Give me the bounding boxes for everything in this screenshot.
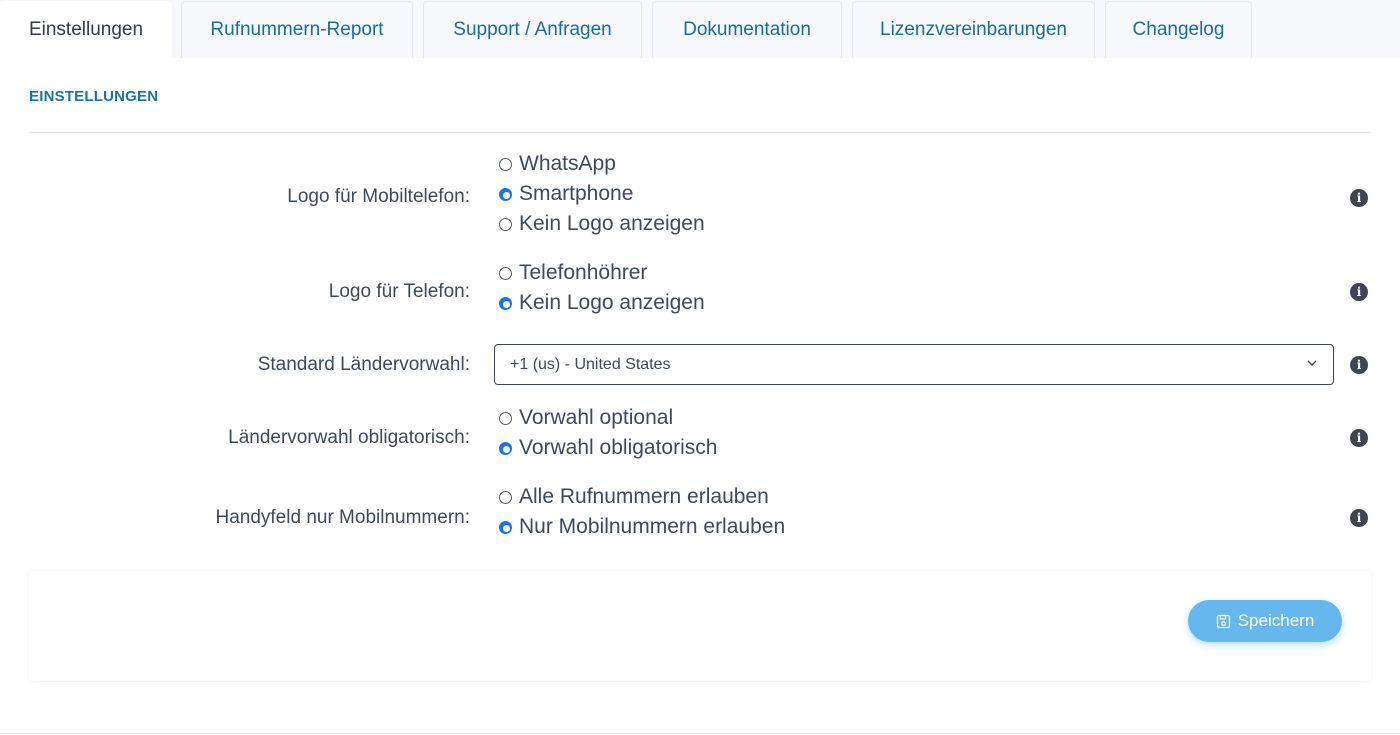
info-icon[interactable]: i	[1350, 283, 1368, 301]
radio-button[interactable]	[499, 157, 512, 171]
tab-einstellungen[interactable]: Einstellungen	[0, 1, 172, 58]
country-code-select[interactable]: +1 (us) - United States	[494, 344, 1334, 385]
radio-button[interactable]	[499, 187, 512, 201]
section-divider	[29, 132, 1371, 133]
tab-dokumentation[interactable]: Dokumentation	[652, 1, 842, 58]
radio-option-smartphone[interactable]: Smartphone	[499, 179, 633, 209]
radio-option-no-logo-mobile[interactable]: Kein Logo anzeigen	[499, 209, 705, 239]
info-icon[interactable]: i	[1350, 429, 1368, 447]
tab-support-anfragen[interactable]: Support / Anfragen	[423, 1, 642, 58]
info-icon[interactable]: i	[1350, 189, 1368, 207]
radio-button[interactable]	[499, 411, 512, 425]
info-icon[interactable]: i	[1350, 356, 1368, 374]
footer-card	[29, 571, 1371, 681]
page-bottom-divider	[0, 733, 1400, 734]
radio-label: Nur Mobilnummern erlauben	[519, 515, 786, 538]
radio-option-vorwahl-optional[interactable]: Vorwahl optional	[499, 403, 673, 433]
radio-label: Kein Logo anzeigen	[519, 291, 705, 314]
radio-label: Smartphone	[519, 182, 634, 205]
radio-label: Vorwahl optional	[519, 406, 674, 429]
chevron-down-icon	[1307, 360, 1317, 366]
tab-lizenzvereinbarungen[interactable]: Lizenzvereinbarungen	[852, 1, 1095, 58]
radio-option-vorwahl-obligatorisch[interactable]: Vorwahl obligatorisch	[499, 433, 717, 463]
radio-label: WhatsApp	[519, 152, 616, 175]
radio-label: Vorwahl obligatorisch	[519, 436, 718, 459]
floppy-disk-icon	[1216, 614, 1230, 628]
phone-logo-label: Logo für Telefon:	[328, 281, 470, 302]
tab-changelog[interactable]: Changelog	[1105, 1, 1252, 58]
radio-option-nur-mobilnummern[interactable]: Nur Mobilnummern erlauben	[499, 512, 785, 542]
radio-button[interactable]	[499, 490, 512, 504]
radio-button[interactable]	[499, 266, 512, 280]
info-icon[interactable]: i	[1350, 509, 1368, 527]
radio-option-alle-rufnummern[interactable]: Alle Rufnummern erlauben	[499, 482, 769, 512]
code-required-label: Ländervorwahl obligatorisch:	[228, 427, 470, 448]
country-code-label: Standard Ländervorwahl:	[257, 354, 470, 375]
save-button-label: Speichern	[1237, 611, 1315, 630]
mobile-only-label: Handyfeld nur Mobilnummern:	[215, 507, 470, 528]
tab-rufnummern-report[interactable]: Rufnummern-Report	[181, 1, 413, 58]
mobile-logo-label: Logo für Mobiltelefon:	[287, 186, 470, 207]
radio-button[interactable]	[499, 520, 512, 534]
save-button[interactable]: Speichern	[1188, 600, 1342, 642]
tab-bar: Einstellungen Rufnummern-Report Support …	[0, 0, 1400, 58]
radio-label: Telefonhöhrer	[519, 261, 648, 284]
radio-option-no-logo-phone[interactable]: Kein Logo anzeigen	[499, 288, 705, 318]
radio-option-whatsapp[interactable]: WhatsApp	[499, 149, 616, 179]
section-title: EINSTELLUNGEN	[29, 88, 159, 105]
select-value: +1 (us) - United States	[510, 355, 671, 373]
radio-button[interactable]	[499, 296, 512, 310]
radio-label: Kein Logo anzeigen	[519, 212, 705, 235]
radio-option-telefonhoerer[interactable]: Telefonhöhrer	[499, 258, 647, 288]
radio-label: Alle Rufnummern erlauben	[519, 485, 769, 508]
radio-button[interactable]	[499, 441, 512, 455]
radio-button[interactable]	[499, 217, 512, 231]
